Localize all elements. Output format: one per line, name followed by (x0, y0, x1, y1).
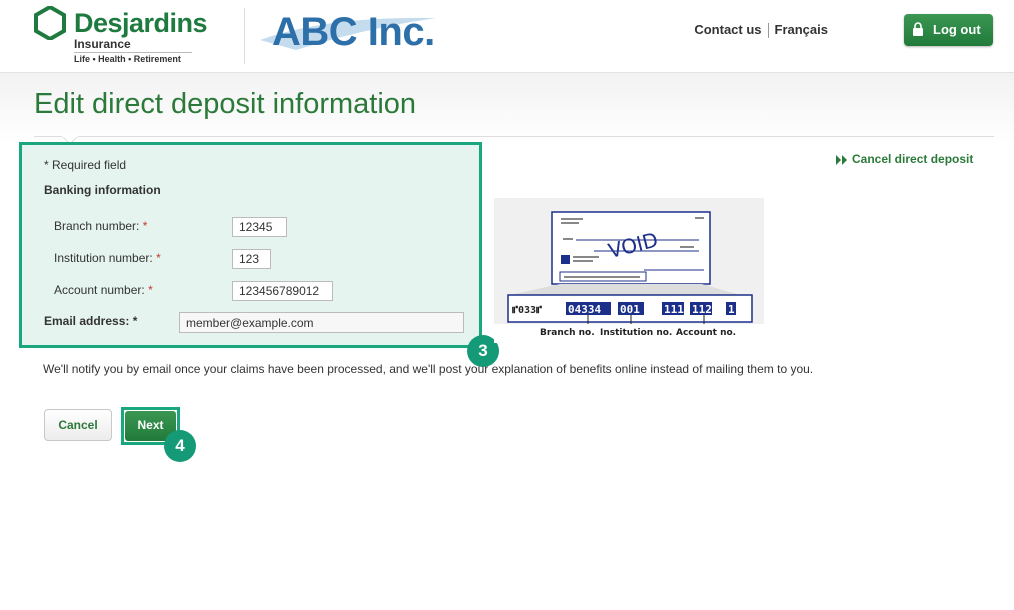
brand-divider (74, 52, 192, 53)
cancel-direct-deposit-link[interactable]: Cancel direct deposit (836, 152, 973, 166)
partner-name: ABC Inc. (272, 10, 435, 54)
institution-label: Institution number: * (54, 251, 161, 265)
required-star: * (148, 283, 153, 297)
callout-badge-4: 4 (164, 430, 196, 462)
caption-branch: Branch no. (540, 328, 595, 338)
micr-institution: 001 (620, 303, 640, 316)
required-star: * (132, 314, 138, 328)
header-divider (244, 8, 245, 64)
required-star: * (156, 251, 161, 265)
contact-us-link[interactable]: Contact us (694, 22, 761, 37)
desjardins-logo[interactable]: Desjardins Insurance Life • Health • Ret… (34, 6, 208, 66)
link-separator (767, 23, 769, 39)
micr-account-b: 112 (692, 303, 712, 316)
branch-label-text: Branch number: (54, 219, 140, 233)
required-note: * Required field (44, 158, 127, 172)
double-chevron-right-icon (836, 154, 847, 165)
lock-icon (913, 22, 923, 36)
sample-cheque-image: VOID ⑈033⑈ 04334 001 111 112 1 Branch no… (494, 198, 764, 343)
site-header: Desjardins Insurance Life • Health • Ret… (0, 0, 1014, 73)
branch-label: Branch number: * (54, 219, 147, 233)
cheque-illustration: VOID ⑈033⑈ 04334 001 111 112 1 Branch no… (494, 211, 764, 343)
logout-button[interactable]: Log out (904, 14, 993, 46)
micr-account-a: 111 (664, 303, 684, 316)
page-title: Edit direct deposit information (34, 88, 417, 120)
account-label-text: Account number: (54, 283, 145, 297)
email-input[interactable] (179, 312, 464, 333)
caption-institution: Institution no. (600, 328, 672, 338)
institution-number-input[interactable] (232, 249, 271, 269)
email-label-text: Email address: (44, 314, 130, 328)
account-number-input[interactable] (232, 281, 333, 301)
top-links: Contact us Français (694, 22, 828, 39)
brand-name: Desjardins (74, 8, 208, 38)
branch-number-input[interactable] (232, 217, 287, 237)
micr-prefix: ⑈033⑈ (512, 305, 542, 316)
micr-branch: 04334 (568, 303, 601, 316)
email-notice: We'll notify you by email once your clai… (43, 362, 814, 376)
logout-label: Log out (933, 22, 981, 37)
required-star: * (142, 219, 148, 233)
email-label: Email address: * (44, 314, 137, 328)
partner-logo: ABC Inc. (256, 6, 441, 58)
desjardins-hexagon-logo (34, 6, 66, 40)
banking-form: * Required field Banking information Bra… (19, 142, 482, 348)
title-rule (34, 136, 994, 137)
cancel-direct-deposit-label: Cancel direct deposit (852, 152, 974, 166)
institution-label-text: Institution number: (54, 251, 153, 265)
brand-tagline: Life • Health • Retirement (74, 54, 181, 64)
cancel-button[interactable]: Cancel (44, 409, 112, 441)
language-link[interactable]: Français (775, 22, 828, 37)
caption-account: Account no. (676, 328, 736, 338)
account-label: Account number: * (54, 283, 153, 297)
banking-heading: Banking information (44, 183, 161, 197)
brand-sub: Insurance (74, 37, 131, 51)
micr-account-c: 1 (728, 303, 735, 316)
